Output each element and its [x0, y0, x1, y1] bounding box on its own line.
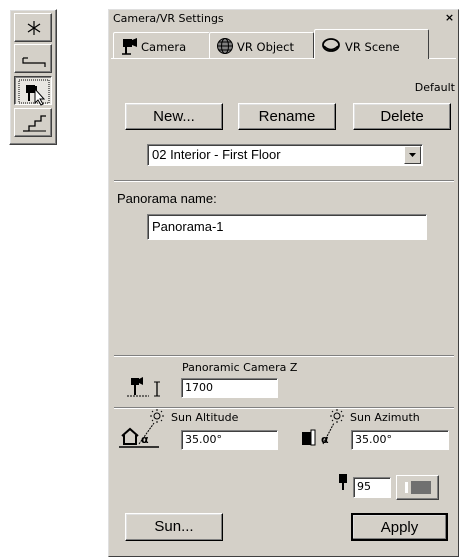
camera-z-label: Panoramic Camera Z — [182, 361, 298, 374]
sun-azimuth-value: 35.00° — [355, 433, 392, 446]
rename-button[interactable]: Rename — [238, 103, 336, 130]
tab-camera[interactable]: Camera — [113, 32, 210, 58]
toolbox-palette — [9, 9, 57, 145]
tab-camera-label: Camera — [141, 40, 187, 54]
light-color-swatch-button[interactable] — [396, 475, 439, 500]
tab-vr-object[interactable]: VR Object — [209, 32, 314, 58]
default-label: Default — [414, 81, 455, 94]
stairs-icon — [23, 115, 46, 132]
svg-text:α: α — [321, 433, 329, 446]
new-button[interactable]: New... — [125, 103, 223, 130]
tool-section-button[interactable] — [14, 44, 52, 73]
apply-button[interactable]: Apply — [351, 513, 448, 541]
panorama-name-label: Panorama name: — [117, 191, 217, 206]
story-select[interactable]: 02 Interior - First Floor — [147, 144, 423, 166]
tab-vr-scene-label: VR Scene — [345, 40, 400, 54]
sun-button[interactable]: Sun... — [125, 513, 223, 541]
camera-select-icon — [18, 79, 50, 106]
asterisk-icon — [27, 21, 41, 35]
sun-altitude-label: Sun Altitude — [171, 411, 239, 424]
delete-button[interactable]: Delete — [353, 103, 451, 130]
sun-azimuth-label: Sun Azimuth — [350, 411, 420, 424]
light-value-input[interactable]: 95 — [353, 477, 391, 498]
camera-vr-settings-dialog: Camera/VR Settings × Camera VR Object VR… — [108, 9, 459, 557]
separator — [114, 355, 454, 357]
globe-icon — [217, 38, 233, 54]
sun-azimuth-icon: α — [302, 409, 344, 446]
camera-icon — [122, 38, 137, 55]
panorama-name-value: Panorama-1 — [152, 219, 224, 234]
dialog-title: Camera/VR Settings — [113, 12, 224, 25]
tool-camera-button[interactable] — [14, 76, 52, 106]
camera-z-input[interactable]: 1700 — [181, 378, 278, 398]
svg-text:α: α — [141, 433, 149, 446]
close-button[interactable]: × — [444, 12, 455, 23]
panorama-name-input[interactable]: Panorama-1 — [147, 214, 427, 240]
swatch-highlight — [405, 482, 408, 493]
light-color-swatch — [411, 481, 431, 494]
camera-z-value: 1700 — [185, 381, 213, 394]
light-value: 95 — [357, 480, 371, 493]
sun-altitude-input[interactable]: 35.00° — [181, 430, 278, 450]
tab-vr-scene[interactable]: VR Scene — [314, 29, 429, 59]
dropdown-arrow-button[interactable] — [404, 146, 421, 164]
camera-height-icon — [127, 377, 160, 397]
sun-altitude-value: 35.00° — [185, 433, 222, 446]
tab-vr-object-label: VR Object — [237, 40, 294, 54]
tool-stairs-button[interactable] — [14, 108, 52, 137]
sun-azimuth-input[interactable]: 35.00° — [351, 430, 449, 450]
vr-scene-icon — [322, 38, 340, 52]
light-icon — [339, 474, 347, 490]
story-select-value: 02 Interior - First Floor — [152, 147, 281, 162]
separator — [114, 180, 454, 182]
title-bar[interactable]: Camera/VR Settings × — [110, 11, 457, 26]
section-line-icon — [22, 57, 46, 67]
tool-asterisk-button[interactable] — [14, 13, 52, 42]
chevron-down-icon — [409, 153, 416, 157]
sun-altitude-icon: α — [119, 409, 164, 448]
